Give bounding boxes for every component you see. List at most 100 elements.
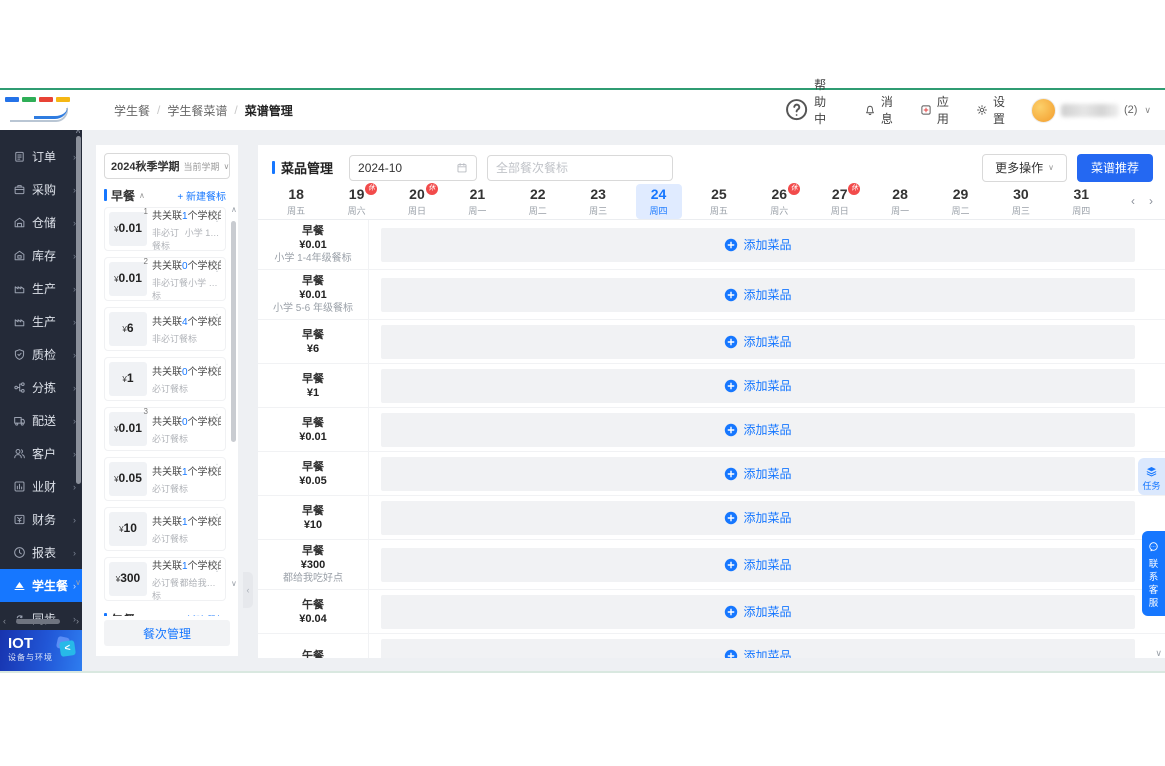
add-dish-button[interactable]: 添加菜品 bbox=[724, 333, 792, 350]
sidebar-item-customer[interactable]: 客户 › bbox=[0, 437, 82, 470]
caret-up-icon[interactable]: ∧ bbox=[139, 191, 145, 200]
sidebar-scroll-up-icon[interactable]: ∧ bbox=[75, 130, 81, 135]
add-dish-button[interactable]: 添加菜品 bbox=[724, 421, 792, 438]
sidebar-item-sorting[interactable]: 分拣 › bbox=[0, 371, 82, 404]
menu-recommend-button[interactable]: 菜谱推荐 bbox=[1076, 153, 1153, 182]
header-action-bell[interactable]: 消息 bbox=[864, 93, 893, 127]
sidebar-item-production-2[interactable]: 生产 › bbox=[0, 305, 82, 338]
month-picker[interactable]: 2024-10 bbox=[349, 154, 478, 181]
meal-standard-card[interactable]: 2 ¥0.01 共关联0个学校的0个班级 非必订餐标 小学 5-6... ⋮ bbox=[104, 257, 226, 301]
card-note: 小学 1-4年... bbox=[184, 227, 221, 238]
main-scroll-down-icon[interactable]: ∨ bbox=[1155, 648, 1162, 659]
calendar-prev-icon[interactable]: ‹ bbox=[1131, 194, 1135, 208]
calendar-day-21[interactable]: 21 周一 bbox=[447, 184, 507, 219]
new-meal-standard-link[interactable]: + 新建餐标 bbox=[177, 188, 226, 203]
breadcrumb-item[interactable]: 学生餐 bbox=[114, 102, 150, 119]
scroll-down-icon[interactable]: ∨ bbox=[231, 579, 237, 588]
more-vertical-icon[interactable]: ⋮ bbox=[212, 363, 222, 374]
chat-icon bbox=[1149, 542, 1158, 552]
meal-standard-price: ¥300 bbox=[109, 562, 147, 596]
meal-standard-card[interactable]: ¥10 共关联1个学校的15个班级 必订餐标 ⋮ bbox=[104, 507, 226, 551]
sidebar-item-production[interactable]: 生产 › bbox=[0, 272, 82, 305]
add-dish-button[interactable]: 添加菜品 bbox=[724, 556, 792, 573]
more-vertical-icon[interactable]: ⋮ bbox=[212, 213, 222, 224]
sidebar-item-purchase[interactable]: 采购 › bbox=[0, 173, 82, 206]
calendar-day-23[interactable]: 23 周三 bbox=[568, 184, 628, 219]
meal-standard-card[interactable]: 1 ¥0.01 共关联1个学校的3个班级 非必订餐标 小学 1-4年... ⋮ bbox=[104, 207, 226, 251]
add-dish-button[interactable]: 添加菜品 bbox=[724, 603, 792, 620]
card-link-summary: 共关联1个学校的3个班级 bbox=[152, 210, 221, 222]
sidebar-item-inventory[interactable]: 库存 › bbox=[0, 239, 82, 272]
warehouse-icon bbox=[14, 217, 25, 228]
meal-standard-card[interactable]: ¥0.05 共关联1个学校的1个班级 必订餐标 ⋮ bbox=[104, 457, 226, 501]
calendar-day-26[interactable]: 26 休 周六 bbox=[749, 183, 809, 219]
meal-row: 早餐 ¥6 添加菜品 bbox=[258, 320, 1165, 364]
meal-standard-card[interactable]: ¥300 共关联1个学校的2个班级 必订餐标 都给我吃好点 ⋮ bbox=[104, 557, 226, 601]
meal-standard-card[interactable]: ¥1 共关联0个学校的0个班级 必订餐标 ⋮ bbox=[104, 357, 226, 401]
header-action-gear[interactable]: 设置 bbox=[976, 93, 1005, 127]
sidebar-item-warehouse[interactable]: 仓储 › bbox=[0, 206, 82, 239]
add-dish-button[interactable]: 添加菜品 bbox=[724, 465, 792, 482]
sidebar-item-student-meal[interactable]: 学生餐 › bbox=[0, 569, 82, 602]
sidebar-item-report[interactable]: 报表 › bbox=[0, 536, 82, 569]
panel-vertical-scrollbar[interactable]: ∧ ∨ bbox=[231, 205, 237, 588]
breadcrumb-item[interactable]: 菜谱管理 bbox=[245, 102, 293, 119]
add-dish-button[interactable]: 添加菜品 bbox=[724, 647, 792, 658]
sidebar-scroll-down-icon[interactable]: ∨ bbox=[75, 578, 81, 587]
calendar-day-24[interactable]: 24 周四 bbox=[628, 184, 688, 219]
card-link-summary: 共关联1个学校的1个班级 bbox=[152, 467, 221, 478]
meal-standard-card[interactable]: 3 ¥0.01 共关联0个学校的0个班级 必订餐标 ⋮ bbox=[104, 407, 226, 451]
add-dish-button[interactable]: 添加菜品 bbox=[724, 236, 792, 253]
user-menu[interactable]: (2) ∨ bbox=[1030, 97, 1151, 123]
sidebar-item-delivery[interactable]: 配送 › bbox=[0, 404, 82, 437]
task-float-button[interactable]: 任务 bbox=[1138, 458, 1165, 495]
semester-select[interactable]: 2024秋季学期 当前学期 ∨ bbox=[104, 153, 230, 179]
scroll-up-icon[interactable]: ∧ bbox=[231, 205, 237, 214]
add-dish-button[interactable]: 添加菜品 bbox=[724, 377, 792, 394]
meal-row: 早餐 ¥300 都给我吃好点 添加菜品 bbox=[258, 540, 1165, 590]
calendar-day-20[interactable]: 20 休 周日 bbox=[387, 183, 447, 219]
calendar-day-27[interactable]: 27 休 周日 bbox=[810, 183, 870, 219]
more-vertical-icon[interactable]: ⋮ bbox=[212, 263, 222, 274]
meal-session-manage-button[interactable]: 餐次管理 bbox=[104, 620, 230, 646]
customer-service-button[interactable]: 联系客服 bbox=[1142, 531, 1165, 616]
sidebar-vertical-scrollbar[interactable] bbox=[76, 136, 81, 484]
calendar-day-28[interactable]: 28 周一 bbox=[870, 184, 930, 219]
breadcrumb-item[interactable]: 学生餐菜谱 bbox=[167, 102, 227, 119]
meal-standard-card[interactable]: ¥6 共关联4个学校的4个班级 非必订餐标 ⋮ bbox=[104, 307, 226, 351]
calendar-day-31[interactable]: 31 周四 bbox=[1051, 184, 1111, 219]
sidebar-horizontal-scrollbar[interactable]: ‹ › bbox=[0, 616, 82, 628]
sidebar-item-order[interactable]: 订单 › bbox=[0, 140, 82, 173]
calendar-day-22[interactable]: 22 周二 bbox=[508, 184, 568, 219]
meal-filter-input[interactable] bbox=[487, 154, 674, 181]
scroll-right-icon[interactable]: › bbox=[76, 616, 79, 626]
new-meal-standard-link[interactable]: + 新建餐标 bbox=[177, 612, 226, 617]
add-dish-button[interactable]: 添加菜品 bbox=[724, 509, 792, 526]
sidebar-item-business-finance[interactable]: 业财 › bbox=[0, 470, 82, 503]
more-vertical-icon[interactable]: ⋮ bbox=[212, 313, 222, 324]
plus-circle-icon bbox=[725, 288, 738, 301]
sidebar-item-quality[interactable]: 质检 › bbox=[0, 338, 82, 371]
more-vertical-icon[interactable]: ⋮ bbox=[212, 513, 222, 524]
panel-collapse-handle[interactable]: ‹ bbox=[243, 572, 253, 608]
more-vertical-icon[interactable]: ⋮ bbox=[212, 463, 222, 474]
more-vertical-icon[interactable]: ⋮ bbox=[212, 563, 222, 574]
plus-circle-icon bbox=[725, 649, 738, 658]
calendar-day-25[interactable]: 25 周五 bbox=[689, 184, 749, 219]
card-corner-number: 2 bbox=[143, 257, 148, 266]
add-dish-button[interactable]: 添加菜品 bbox=[724, 286, 792, 303]
more-actions-button[interactable]: 更多操作 ∨ bbox=[982, 153, 1067, 182]
iot-banner[interactable]: IOT 设备与环境 < bbox=[0, 630, 82, 671]
calendar-day-30[interactable]: 30 周三 bbox=[991, 184, 1051, 219]
calendar-day-18[interactable]: 18 周五 bbox=[266, 184, 326, 219]
sidebar-item-finance[interactable]: 财务 › bbox=[0, 503, 82, 536]
caret-up-icon[interactable]: ∧ bbox=[139, 615, 145, 617]
scroll-left-icon[interactable]: ‹ bbox=[3, 616, 6, 626]
plus-circle-icon bbox=[725, 511, 738, 524]
header-action-apps[interactable]: 应用 bbox=[920, 93, 949, 127]
meal-standard-panel: 2024秋季学期 当前学期 ∨ 早餐 ∧ + 新建餐标 1 ¥0.01 共关联1… bbox=[96, 145, 238, 656]
calendar-day-29[interactable]: 29 周二 bbox=[930, 184, 990, 219]
calendar-next-icon[interactable]: › bbox=[1149, 194, 1153, 208]
more-vertical-icon[interactable]: ⋮ bbox=[212, 413, 222, 424]
calendar-day-19[interactable]: 19 休 周六 bbox=[326, 183, 386, 219]
